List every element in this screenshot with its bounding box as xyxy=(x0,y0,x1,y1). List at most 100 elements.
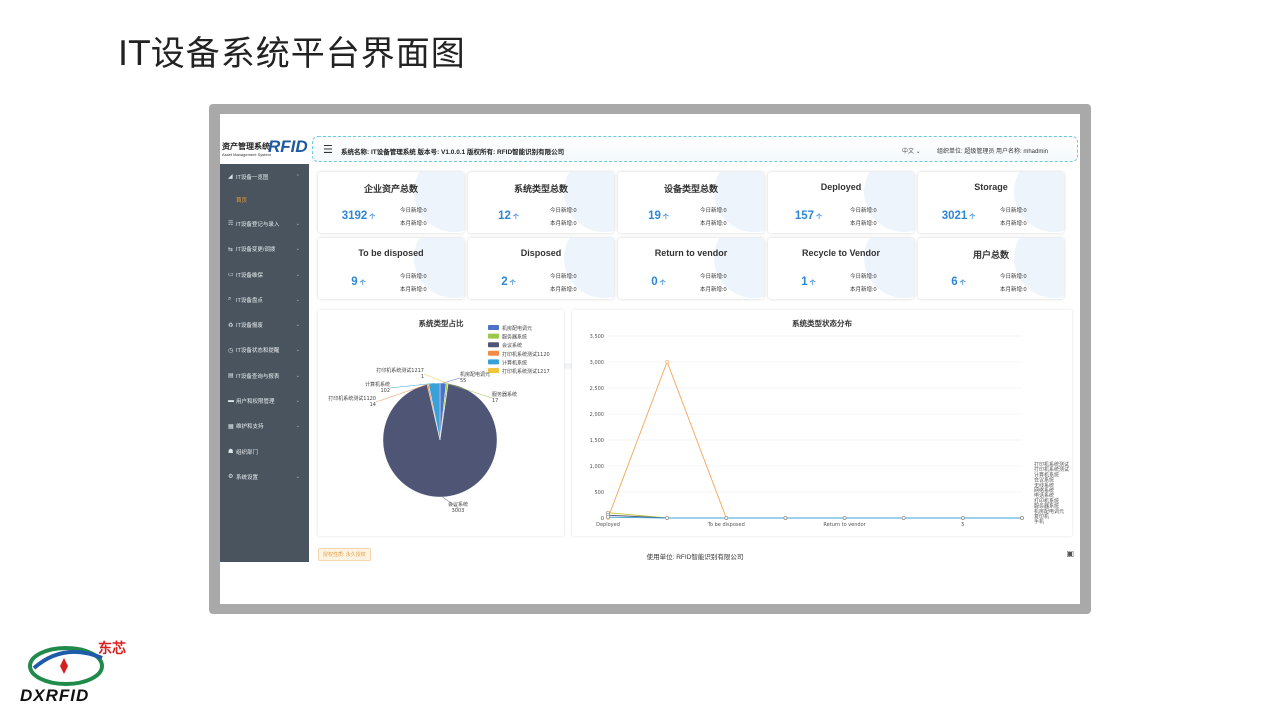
data-point xyxy=(724,516,729,520)
pie-chart-panel: 系统类型占比 机房配电调元 服务器系统 会议系统 打印机系统测试1120 计算机系统 打印… xyxy=(318,310,564,536)
card-title: 企业资产总数 xyxy=(363,184,418,194)
card-unit: 个 xyxy=(359,281,366,287)
sidebar-item-label: IT设备状态和提醒 xyxy=(236,348,280,355)
card-number: 19 xyxy=(648,210,661,222)
card-month: 本月新增:0 xyxy=(700,221,727,227)
sidebar-item[interactable]: ⇆ IT设备变更/调拨 ⌄ xyxy=(220,237,309,262)
org-icon: ☗ xyxy=(228,449,234,456)
org-user-info: 组织单位: 超级管理员 用户名称: mhadmin xyxy=(937,149,1049,155)
data-point xyxy=(665,360,669,364)
stat-card[interactable]: 设备类型总数 19 个今日新增:0 本月新增:0 xyxy=(618,172,764,233)
slice-label: 会议系统 xyxy=(448,501,468,508)
chevron-icon: ⌄ xyxy=(295,246,300,253)
sidebar-item[interactable]: ▬ 用户和权限管理 ⌄ xyxy=(220,388,309,413)
card-value: 1个 xyxy=(768,276,849,288)
card-month: 本月新增:0 xyxy=(550,221,577,227)
sidebar-item[interactable]: ▦ 维护和支持 ⌄ xyxy=(220,414,309,439)
message-icon[interactable]: ▣ xyxy=(1066,549,1074,558)
sidebar-item[interactable]: ☗ 组织部门 xyxy=(220,439,309,464)
card-number: 0 xyxy=(651,276,658,288)
menu-toggle-icon[interactable]: ☰ xyxy=(323,143,333,156)
slice-value: 102 xyxy=(380,388,390,394)
chevron-icon: ⌄ xyxy=(295,372,300,379)
y-tick-label: 1,500 xyxy=(590,438,604,444)
card-title: Deployed xyxy=(820,182,862,192)
card-number: 2 xyxy=(501,276,508,288)
card-number: 157 xyxy=(794,210,815,222)
sidebar-item-label: IT设备维保 xyxy=(236,272,263,279)
sidebar-item[interactable]: ◢ IT设备一览图 ⌃ xyxy=(220,164,309,189)
data-point xyxy=(606,515,610,519)
series-line xyxy=(607,512,1022,519)
logo-cn: 东芯 xyxy=(98,640,126,656)
stat-card[interactable]: 用户总数 6 个今日新增:0 本月新增:0 xyxy=(918,238,1064,299)
sidebar-item[interactable]: ♻ IT设备报废 ⌄ xyxy=(220,312,309,337)
legend-label: 计算机系统 xyxy=(502,359,527,366)
label-line xyxy=(423,373,449,384)
sidebar-item[interactable]: ⌕ IT设备盘点 ⌄ xyxy=(220,287,309,312)
card-title: Recycle to Vendor xyxy=(801,248,881,258)
stat-card[interactable]: Deployed 157 个今日新增:0 本月新增:0 xyxy=(768,172,914,233)
card-month: 本月新增:0 xyxy=(550,287,577,293)
stat-card[interactable]: Disposed 2 个今日新增:0 本月新增:0 xyxy=(468,238,614,299)
register-icon: ☴ xyxy=(228,221,234,228)
slice-label: 服务器系统 xyxy=(492,391,517,398)
sidebar-item-label: IT设备查询与报表 xyxy=(236,373,280,380)
card-today: 今日新增:0 xyxy=(400,208,427,214)
sidebar-item-label: 首页 xyxy=(236,198,248,205)
stat-card[interactable]: Return to vendor 0 个今日新增:0 本月新增:0 xyxy=(618,238,764,299)
card-number: 6 xyxy=(951,276,958,288)
card-value: 0个 xyxy=(618,276,699,288)
card-unit: 个 xyxy=(662,215,669,221)
card-title: Return to vendor xyxy=(654,248,728,258)
chevron-icon: ⌄ xyxy=(295,423,300,430)
card-value: 19 个 xyxy=(618,210,699,222)
card-unit: 个 xyxy=(969,215,976,221)
label-line xyxy=(443,377,461,384)
sidebar-item[interactable]: 首页 xyxy=(220,189,309,211)
bell-icon: ◷ xyxy=(228,347,234,354)
legend-swatch xyxy=(488,333,499,339)
sidebar-item[interactable]: ☴ IT设备登记与录入 ⌄ xyxy=(220,211,309,236)
stat-card[interactable]: 系统类型总数 12 个今日新增:0 本月新增:0 xyxy=(468,172,614,233)
slide-title: IT设备系统平台界面图 xyxy=(118,34,466,74)
legend-label: 服务器系统 xyxy=(502,334,527,341)
system-info: 系统名称: IT设备管理系统 版本号: V1.0.0.1 版权所有: RFID智… xyxy=(341,149,565,156)
sidebar-item-label: IT设备报废 xyxy=(236,323,263,330)
user-icon: ▬ xyxy=(228,398,234,405)
sidebar-item[interactable]: ⚙ 系统设置 ⌄ xyxy=(220,464,309,489)
brand-logo: RFID xyxy=(268,137,308,156)
y-tick-label: 3,500 xyxy=(590,334,604,340)
bottom-area xyxy=(220,566,1080,604)
sidebar-item[interactable]: ▤ IT设备查询与报表 ⌄ xyxy=(220,363,309,388)
sidebar-item[interactable]: ◷ IT设备状态和提醒 ⌄ xyxy=(220,338,309,363)
slice-label: 打印机系统测试1217 xyxy=(376,367,424,374)
card-number: 1 xyxy=(801,276,808,288)
sidebar-item[interactable]: ▭ IT设备维保 ⌄ xyxy=(220,262,309,287)
card-today: 今日新增:0 xyxy=(400,274,427,280)
card-today: 今日新增:0 xyxy=(550,274,577,280)
data-point xyxy=(961,516,965,520)
slice-value: 14 xyxy=(370,402,376,408)
scrap-icon: ♻ xyxy=(228,322,234,329)
brand-subtitle: Asset Management System xyxy=(222,152,271,157)
card-unit: 个 xyxy=(816,215,823,221)
stat-card[interactable]: 企业资产总数 3192 个今日新增:0 本月新增:0 xyxy=(318,172,464,233)
card-today: 今日新增:0 xyxy=(1000,208,1027,214)
sidebar-item-label: IT设备变更/调拨 xyxy=(236,247,276,254)
stat-card[interactable]: Recycle to Vendor 1 个今日新增:0 本月新增:0 xyxy=(768,238,914,299)
sidebar-item-label: IT设备一览图 xyxy=(236,174,269,181)
language-select[interactable]: 中文 ⌄ xyxy=(902,146,921,155)
card-unit: 个 xyxy=(512,215,519,221)
card-unit: 个 xyxy=(509,281,516,287)
stat-card[interactable]: To be disposed 9 个今日新增:0 本月新增:0 xyxy=(318,238,464,299)
top-header: ☰ 系统名称: IT设备管理系统 版本号: V1.0.0.1 版权所有: RFI… xyxy=(312,136,1078,162)
slice-value: 3003 xyxy=(452,508,465,514)
sidebar-item-label: IT设备盘点 xyxy=(236,297,263,304)
sidebar: 资产管理系统 Asset Management System RFID ◢ IT设… xyxy=(220,114,309,562)
card-value: 2个 xyxy=(468,276,549,288)
x-tick-label: To be disposed xyxy=(707,522,745,528)
card-number: 3192 xyxy=(341,210,368,222)
chevron-icon: ⌄ xyxy=(295,347,300,354)
stat-card[interactable]: Storage 3021 个今日新增:0 本月新增:0 xyxy=(918,172,1064,233)
